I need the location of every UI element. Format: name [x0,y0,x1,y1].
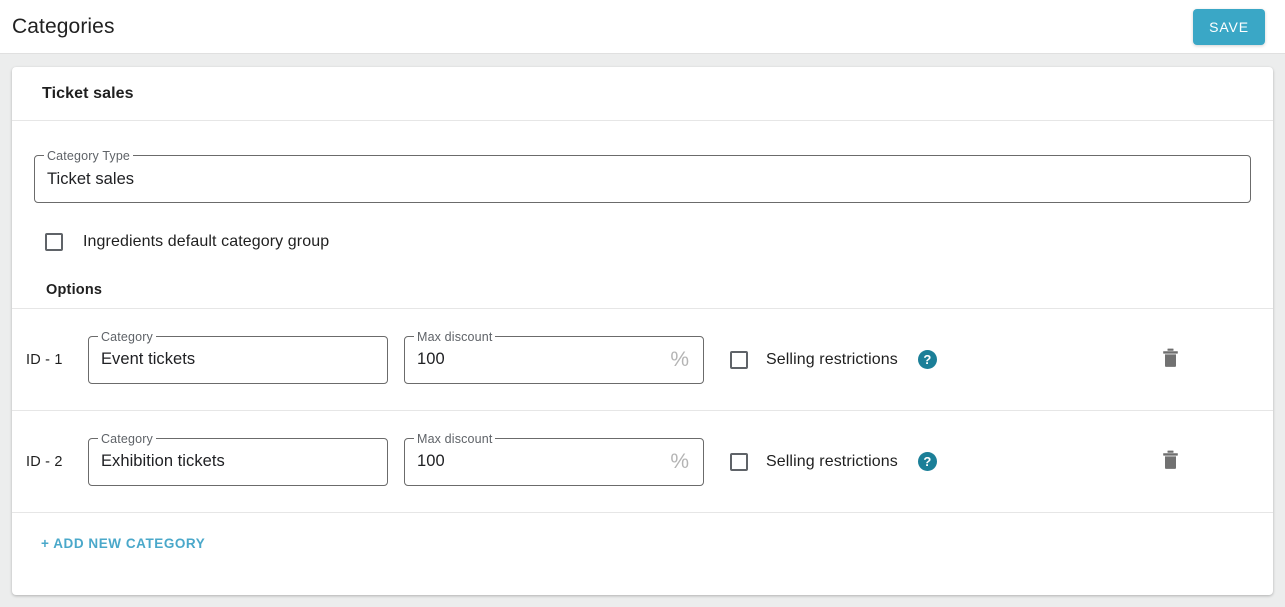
percent-suffix: % [670,347,689,371]
add-new-category-button[interactable]: + ADD NEW CATEGORY [41,536,205,551]
trash-icon [1162,348,1179,371]
delete-option-button[interactable] [1158,446,1183,477]
max-discount-input[interactable] [405,452,671,471]
category-type-input[interactable] [35,169,1250,189]
delete-option-button[interactable] [1158,344,1183,375]
max-discount-field[interactable]: Max discount % [404,430,704,486]
category-label: Category [98,430,156,447]
selling-restrictions-group: Selling restrictions ? [730,452,937,471]
category-type-label: Category Type [44,148,134,164]
ingredients-default-group-row[interactable]: Ingredients default category group [34,233,1251,251]
table-row: ID - 2 Category Max discount % Selling r… [12,410,1273,512]
top-toolbar: Categories SAVE [0,0,1285,54]
card-header: Ticket sales [12,67,1273,121]
category-field[interactable]: Category [88,430,388,486]
category-input[interactable] [89,350,387,369]
ingredients-default-group-label: Ingredients default category group [83,233,330,250]
selling-restrictions-label: Selling restrictions [766,350,898,368]
ingredients-default-group-checkbox[interactable] [45,233,63,251]
percent-suffix: % [670,449,689,473]
category-type-field[interactable]: Category Type [34,148,1251,203]
page-title: Categories [12,15,115,38]
trash-icon [1162,450,1179,473]
selling-restrictions-label: Selling restrictions [766,452,898,470]
card-body: Category Type Ingredients default catego… [12,148,1273,298]
options-heading: Options [46,282,103,298]
max-discount-label: Max discount [414,328,496,345]
max-discount-label: Max discount [414,430,496,447]
selling-restrictions-checkbox[interactable] [730,452,748,471]
card-header-title: Ticket sales [42,84,134,102]
max-discount-field[interactable]: Max discount % [404,328,704,384]
save-button[interactable]: SAVE [1193,8,1265,45]
category-field[interactable]: Category [88,328,388,384]
category-input[interactable] [89,452,387,471]
selling-restrictions-checkbox[interactable] [730,350,748,369]
add-new-category-row: + ADD NEW CATEGORY [12,512,1273,553]
categories-card: Ticket sales Category Type Ingredients d… [12,67,1273,595]
page-body: Ticket sales Category Type Ingredients d… [0,54,1285,595]
selling-restrictions-group: Selling restrictions ? [730,350,937,369]
option-id-label: ID - 1 [26,351,63,368]
help-icon[interactable]: ? [917,452,937,471]
category-label: Category [98,328,156,345]
option-id-label: ID - 2 [26,453,63,470]
help-icon[interactable]: ? [917,350,937,369]
max-discount-input[interactable] [405,350,671,369]
table-row: ID - 1 Category Max discount % Selling r… [12,308,1273,410]
